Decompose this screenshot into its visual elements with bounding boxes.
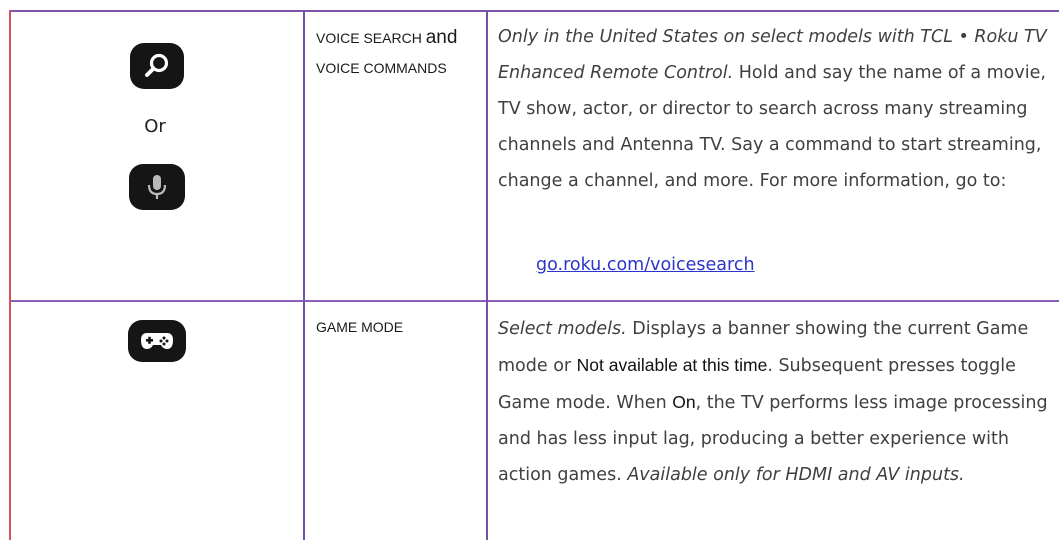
game-desc-italic1: Select models. [498,319,627,339]
voice-description: Only in the United States on select mode… [498,19,1053,199]
column-divider-1 [303,10,305,540]
search-magnifier-icon [145,53,169,77]
feature-voice-search: VOICE SEARCH [316,30,426,46]
search-button-icon [130,43,184,89]
feature-name-voice: VOICE SEARCH and VOICE COMMANDS [316,22,482,84]
or-label: Or [144,116,166,137]
feature-voice-commands: VOICE COMMANDS [316,60,447,76]
table-top-border [10,10,1059,12]
microphone-icon [147,175,167,199]
table-left-border [9,10,11,540]
microphone-button-icon [129,164,185,210]
game-description: Select models. Displays a banner showing… [498,311,1053,493]
feature-game-mode: GAME MODE [316,319,404,335]
voicesearch-link[interactable]: go.roku.com/voicesearch [536,249,755,281]
feature-and: and [425,27,458,48]
game-desc-plain2: On [672,392,696,412]
game-desc-italic2: Available only for HDMI and AV inputs. [627,465,965,485]
game-button-icon [128,320,186,362]
feature-table: Or VOICE SEARCH and VOICE COMMANDS Only … [0,0,1059,540]
row-divider [10,300,1059,302]
game-desc-plain1: Not available at this time [576,355,768,375]
column-divider-2 [486,10,488,540]
gamepad-icon [141,333,173,349]
